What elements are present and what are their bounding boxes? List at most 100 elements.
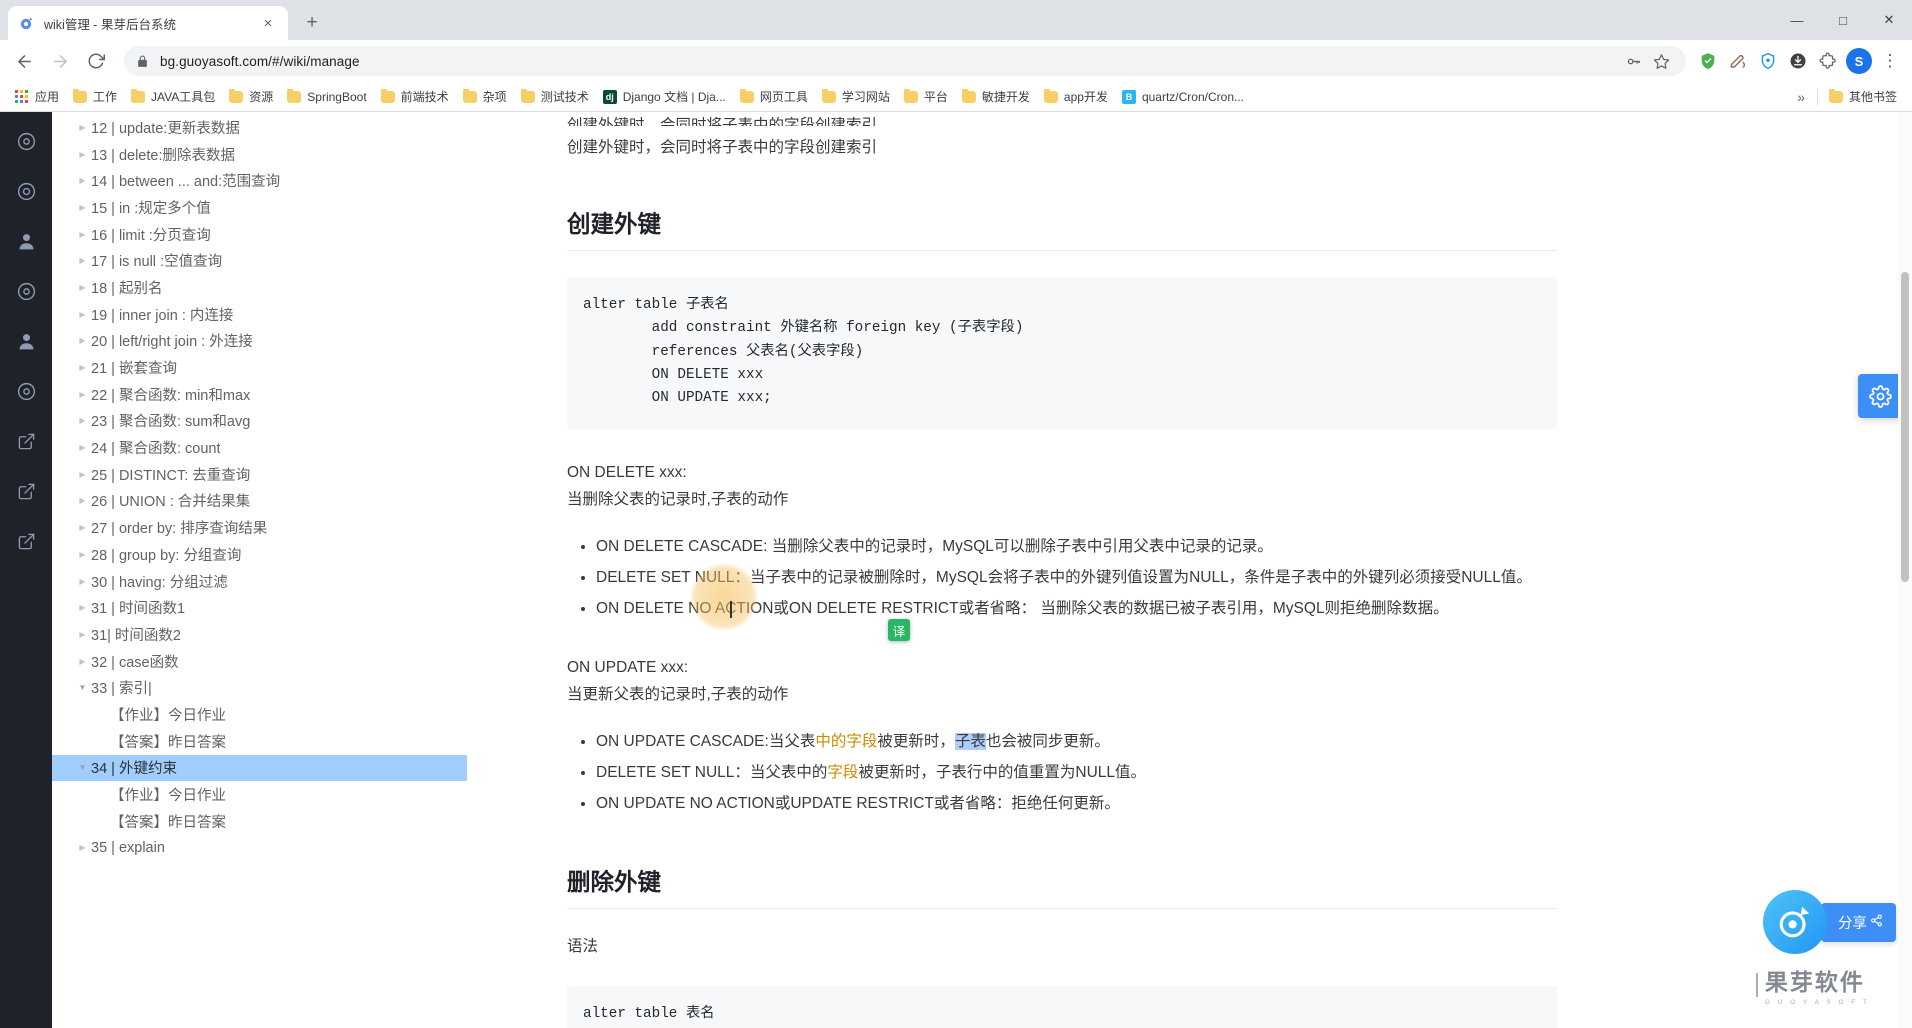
tree-node-16[interactable]: ▶ 28 | group by: 分组查询 bbox=[52, 541, 467, 568]
tree-node-19[interactable]: ▶ 31| 时间函数2 bbox=[52, 621, 467, 648]
tree-node-3[interactable]: ▶ 15 | in :规定多个值 bbox=[52, 194, 467, 221]
chevron-right-icon[interactable]: ▶ bbox=[74, 203, 91, 212]
tree-node-9[interactable]: ▶ 21 | 嵌套查询 bbox=[52, 354, 467, 381]
chevron-right-icon[interactable]: ▶ bbox=[74, 496, 91, 505]
rail-icon-dashboard[interactable] bbox=[15, 130, 37, 152]
tree-node-1[interactable]: ▶ 13 | delete:删除表数据 bbox=[52, 141, 467, 168]
tree-node-8[interactable]: ▶ 20 | left/right join : 外连接 bbox=[52, 328, 467, 355]
tree-node-4[interactable]: ▶ 16 | limit :分页查询 bbox=[52, 221, 467, 248]
chevron-right-icon[interactable]: ▶ bbox=[74, 657, 91, 666]
tree-node-7[interactable]: ▶ 19 | inner join : 内连接 bbox=[52, 301, 467, 328]
chevron-down-icon[interactable]: ▼ bbox=[74, 763, 91, 772]
new-tab-button[interactable]: + bbox=[298, 9, 326, 37]
chevron-right-icon[interactable]: ▶ bbox=[74, 336, 91, 345]
rail-icon-external-1[interactable] bbox=[15, 430, 37, 452]
tree-node-11[interactable]: ▶ 23 | 聚合函数: sum和avg bbox=[52, 408, 467, 435]
tree-node-10[interactable]: ▶ 22 | 聚合函数: min和max bbox=[52, 381, 467, 408]
close-tab-icon[interactable]: × bbox=[258, 13, 278, 33]
chevron-right-icon[interactable]: ▶ bbox=[74, 843, 91, 852]
chevron-right-icon[interactable]: ▶ bbox=[74, 470, 91, 479]
shield-blue-extension-icon[interactable] bbox=[1754, 47, 1782, 75]
chevron-right-icon[interactable]: ▶ bbox=[74, 443, 91, 452]
bookmark-star-icon[interactable] bbox=[1648, 48, 1674, 74]
chevron-right-icon[interactable]: ▶ bbox=[74, 176, 91, 185]
chevron-right-icon[interactable]: ▶ bbox=[74, 416, 91, 425]
password-key-icon[interactable] bbox=[1620, 48, 1646, 74]
rail-icon-chart[interactable] bbox=[15, 280, 37, 302]
puzzle-extensions-icon[interactable] bbox=[1814, 47, 1842, 75]
tree-node-26[interactable]: 【答案】昨日答案 bbox=[52, 808, 467, 835]
bookmarks-overflow-button[interactable]: » bbox=[1789, 89, 1813, 105]
chrome-menu-icon[interactable]: ⋮ bbox=[1876, 47, 1904, 75]
tree-node-6[interactable]: ▶ 18 | 起别名 bbox=[52, 274, 467, 301]
tree-node-15[interactable]: ▶ 27 | order by: 排序查询结果 bbox=[52, 514, 467, 541]
browser-tab-active[interactable]: wiki管理 - 果芽后台系统 × bbox=[8, 6, 288, 40]
tree-node-18[interactable]: ▶ 31 | 时间函数1 bbox=[52, 594, 467, 621]
chevron-right-icon[interactable]: ▶ bbox=[74, 123, 91, 132]
chevron-right-icon[interactable]: ▶ bbox=[74, 550, 91, 559]
tree-node-5[interactable]: ▶ 17 | is null :空值查询 bbox=[52, 247, 467, 274]
chevron-down-icon[interactable]: ▼ bbox=[74, 683, 91, 692]
bookmark-item[interactable]: 杂项 bbox=[456, 85, 514, 109]
chevron-right-icon[interactable]: ▶ bbox=[74, 310, 91, 319]
bookmark-item[interactable]: JAVA工具包 bbox=[124, 85, 222, 109]
reload-icon[interactable] bbox=[80, 45, 112, 77]
bookmark-item[interactable]: 平台 bbox=[897, 85, 955, 109]
tree-node-12[interactable]: ▶ 24 | 聚合函数: count bbox=[52, 434, 467, 461]
tree-node-23[interactable]: 【答案】昨日答案 bbox=[52, 728, 467, 755]
bookmark-item[interactable]: app开发 bbox=[1037, 85, 1115, 109]
tree-node-25[interactable]: 【作业】今日作业 bbox=[52, 781, 467, 808]
chevron-right-icon[interactable]: ▶ bbox=[74, 390, 91, 399]
tree-node-17[interactable]: ▶ 30 | having: 分组过滤 bbox=[52, 568, 467, 595]
rail-icon-external-2[interactable] bbox=[15, 480, 37, 502]
chevron-right-icon[interactable]: ▶ bbox=[74, 230, 91, 239]
chevron-right-icon[interactable]: ▶ bbox=[74, 363, 91, 372]
tree-node-20[interactable]: ▶ 32 | case函数 bbox=[52, 648, 467, 675]
tree-node-22[interactable]: 【作业】今日作业 bbox=[52, 701, 467, 728]
maximize-window-button[interactable]: □ bbox=[1820, 0, 1866, 40]
forward-icon[interactable] bbox=[44, 45, 76, 77]
chevron-right-icon[interactable]: ▶ bbox=[74, 256, 91, 265]
back-icon[interactable] bbox=[8, 45, 40, 77]
rail-icon-doc[interactable] bbox=[15, 380, 37, 402]
chevron-right-icon[interactable]: ▶ bbox=[74, 523, 91, 532]
chevron-right-icon[interactable]: ▶ bbox=[74, 630, 91, 639]
rail-icon-external-3[interactable] bbox=[15, 530, 37, 552]
bookmark-apps[interactable]: 应用 bbox=[8, 85, 66, 109]
bookmark-item[interactable]: 工作 bbox=[66, 85, 124, 109]
minimize-window-button[interactable]: ― bbox=[1774, 0, 1820, 40]
bookmark-item[interactable]: 敏捷开发 bbox=[955, 85, 1037, 109]
rail-icon-team[interactable] bbox=[15, 330, 37, 352]
bookmark-item[interactable]: 前端技术 bbox=[374, 85, 456, 109]
bookmark-item[interactable]: 资源 bbox=[222, 85, 280, 109]
bookmark-item[interactable]: 测试技术 bbox=[514, 85, 596, 109]
translate-badge-icon[interactable]: 译 bbox=[888, 619, 910, 641]
tree-node-14[interactable]: ▶ 26 | UNION : 合并结果集 bbox=[52, 488, 467, 515]
rail-icon-user[interactable] bbox=[15, 230, 37, 252]
chevron-right-icon[interactable]: ▶ bbox=[74, 150, 91, 159]
wiki-doc-tree[interactable]: ▶ 12 | update:更新表数据 ▶ 13 | delete:删除表数据 ▶ 14 … bbox=[52, 112, 467, 1028]
profile-avatar[interactable]: S bbox=[1846, 48, 1872, 74]
chevron-right-icon[interactable]: ▶ bbox=[74, 577, 91, 586]
download-icon[interactable] bbox=[1784, 47, 1812, 75]
close-window-button[interactable]: ✕ bbox=[1866, 0, 1912, 40]
chevron-right-icon[interactable]: ▶ bbox=[74, 603, 91, 612]
settings-gear-icon[interactable] bbox=[1858, 374, 1902, 418]
chevron-right-icon[interactable]: ▶ bbox=[74, 283, 91, 292]
bookmark-item-django[interactable]: dj Django 文档 | Dja... bbox=[596, 85, 733, 109]
address-bar[interactable]: bg.guoyasoft.com/#/wiki/manage bbox=[124, 46, 1686, 76]
bookmark-item[interactable]: SpringBoot bbox=[280, 85, 373, 109]
bookmark-item[interactable]: 学习网站 bbox=[815, 85, 897, 109]
pen-extension-icon[interactable] bbox=[1724, 47, 1752, 75]
tree-node-24[interactable]: ▼ 34 | 外键约束 bbox=[52, 754, 467, 782]
tree-node-2[interactable]: ▶ 14 | between ... and:范围查询 bbox=[52, 167, 467, 194]
shield-extension-icon[interactable] bbox=[1694, 47, 1722, 75]
tree-node-0[interactable]: ▶ 12 | update:更新表数据 bbox=[52, 114, 467, 141]
bookmark-item[interactable]: 网页工具 bbox=[733, 85, 815, 109]
page-scrollbar[interactable] bbox=[1898, 112, 1912, 1028]
tree-node-21[interactable]: ▼ 33 | 索引| bbox=[52, 674, 467, 701]
page-scrollbar-thumb[interactable] bbox=[1901, 272, 1909, 582]
tree-node-27[interactable]: ▶ 35 | explain bbox=[52, 835, 467, 862]
rail-icon-settings[interactable] bbox=[15, 180, 37, 202]
tree-node-13[interactable]: ▶ 25 | DISTINCT: 去重查询 bbox=[52, 461, 467, 488]
